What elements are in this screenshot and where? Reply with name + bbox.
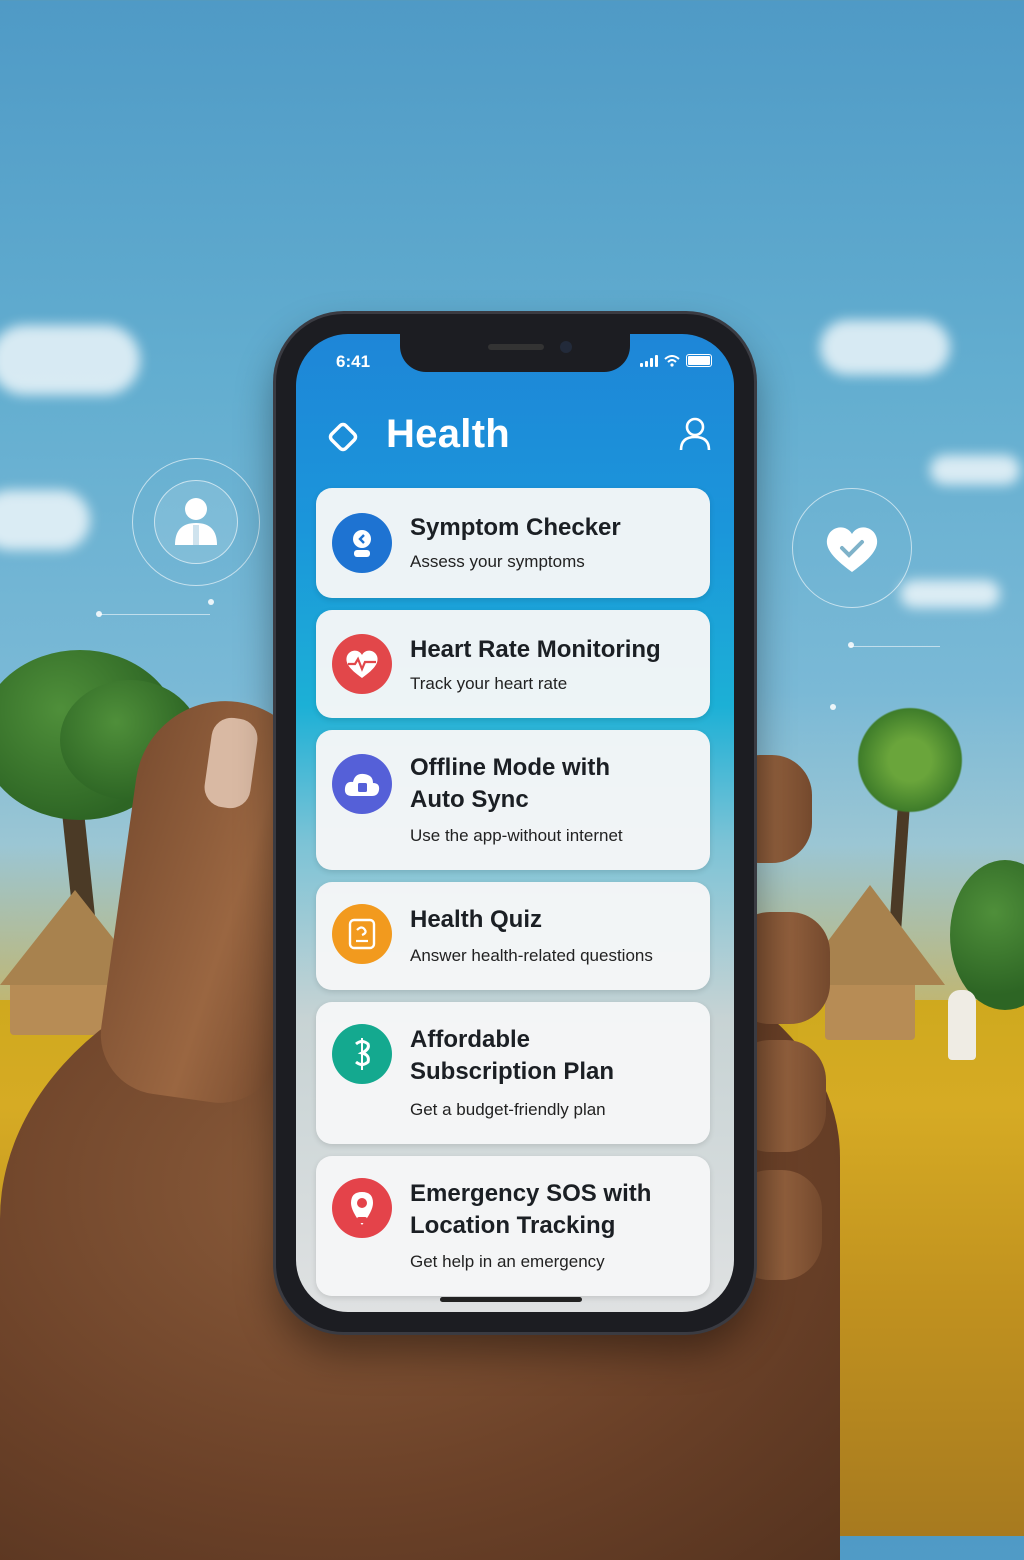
- home-indicator[interactable]: [440, 1297, 582, 1302]
- card-title: Emergency SOS with Location Tracking: [410, 1180, 652, 1239]
- user-icon[interactable]: [678, 416, 712, 452]
- heart-pulse-icon: [332, 634, 392, 694]
- card-subtitle: Get help in an emergency: [410, 1252, 605, 1271]
- speaker: [488, 344, 544, 350]
- card-subtitle: Answer health-related questions: [410, 946, 653, 965]
- decor-line: [100, 614, 210, 615]
- card-health-quiz[interactable]: Health Quiz Answer health-related questi…: [316, 882, 710, 990]
- doctor-icon: [154, 480, 238, 564]
- location-pin-icon: [332, 1178, 392, 1238]
- card-emergency-sos[interactable]: Emergency SOS with Location Tracking Get…: [316, 1156, 710, 1296]
- quiz-icon: [332, 904, 392, 964]
- decor-line: [850, 646, 940, 647]
- card-subtitle: Get a budget-friendly plan: [410, 1100, 606, 1119]
- decor-dot: [848, 642, 854, 648]
- card-subtitle: Use the app-without internet: [410, 826, 623, 845]
- card-heart-rate[interactable]: Heart Rate Monitoring Track your heart r…: [316, 610, 710, 718]
- wifi-icon: [664, 354, 680, 367]
- card-title: Offline Mode with Auto Sync: [410, 754, 610, 813]
- app-header: Health: [296, 406, 734, 466]
- card-title: Affordable Subscription Plan: [410, 1026, 615, 1085]
- card-subscription-plan[interactable]: Affordable Subscription Plan Get a budge…: [316, 1002, 710, 1144]
- diamond-icon[interactable]: [324, 418, 362, 456]
- card-title: Symptom Checker: [410, 514, 621, 541]
- status-time: 6:41: [336, 352, 371, 371]
- heart-check-icon: [822, 520, 882, 576]
- stethoscope-icon: [332, 513, 392, 573]
- cloud-icon: [332, 754, 392, 814]
- card-symptom-checker[interactable]: Symptom Checker Assess your symptoms: [316, 488, 710, 598]
- coin-icon: [332, 1024, 392, 1084]
- card-subtitle: Assess your symptoms: [410, 552, 585, 571]
- status-icons: [640, 354, 712, 367]
- front-camera: [560, 341, 572, 353]
- card-offline-mode[interactable]: Offline Mode with Auto Sync Use the app-…: [316, 730, 710, 870]
- decor-dot: [208, 599, 214, 605]
- decor-dot: [96, 611, 102, 617]
- notch: [400, 334, 630, 372]
- battery-icon: [686, 354, 712, 367]
- decor-dot: [830, 704, 836, 710]
- card-title: Health Quiz: [410, 906, 543, 933]
- signal-icon: [640, 354, 658, 367]
- phone-screen: 6:41 Health Symptom Checker Assess your …: [296, 334, 734, 1312]
- person-figure: [948, 990, 976, 1060]
- card-title: Heart Rate Monitoring: [410, 636, 661, 663]
- page-title: Health: [386, 412, 511, 456]
- card-subtitle: Track your heart rate: [410, 674, 568, 693]
